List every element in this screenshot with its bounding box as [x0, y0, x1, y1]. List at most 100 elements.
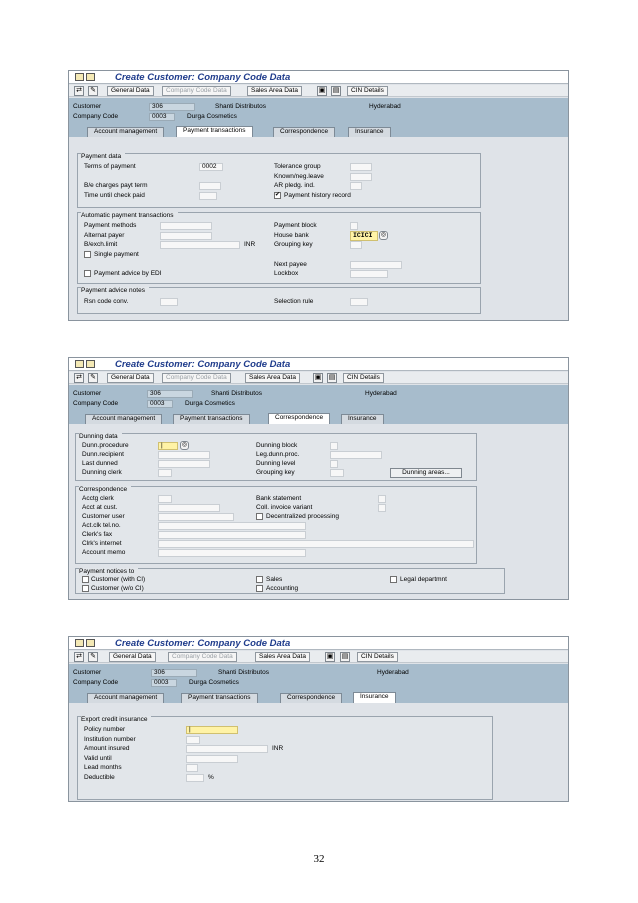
tab-payment-transactions[interactable]: Payment transactions — [181, 693, 258, 703]
rsn-code-conv-label: Rsn code conv. — [84, 298, 129, 305]
b-exch-limit-field[interactable] — [160, 241, 240, 249]
other-customer-icon[interactable]: ⇄ — [74, 86, 84, 96]
dunning-areas-button[interactable]: Dunning areas... — [390, 468, 462, 478]
terms-of-payment-field[interactable]: 0002 — [199, 163, 223, 171]
customer-wo-ci-checkbox[interactable] — [82, 585, 89, 592]
customer-with-ci-checkbox[interactable] — [82, 576, 89, 583]
cin-details-button[interactable]: CIN Details — [347, 86, 388, 96]
sales-area-data-button[interactable]: Sales Area Data — [247, 86, 302, 96]
tab-payment-transactions[interactable]: Payment transactions — [176, 126, 253, 137]
print-icon[interactable]: ▤ — [331, 86, 341, 96]
single-payment-checkbox[interactable] — [84, 251, 91, 258]
ar-pledg-ind-field[interactable] — [350, 182, 362, 190]
dunning-block-field[interactable] — [330, 442, 338, 450]
cin-details-button[interactable]: CIN Details — [343, 373, 384, 383]
tab-insurance[interactable]: Insurance — [348, 127, 391, 137]
tab-account-management[interactable]: Account management — [85, 414, 163, 424]
alternat-payer-label: Alternat payer — [84, 232, 125, 239]
clerks-fax-field[interactable] — [158, 531, 306, 539]
grouping-key-label: Grouping key — [274, 241, 313, 248]
clrks-internet-field[interactable] — [158, 540, 474, 548]
save-icon[interactable]: ▣ — [325, 652, 335, 662]
institution-number-field[interactable] — [186, 736, 200, 744]
search-help-icon[interactable]: ◎ — [180, 441, 189, 450]
decentralized-processing-checkbox[interactable] — [256, 513, 263, 520]
leg-dunn-proc-field[interactable] — [330, 451, 382, 459]
payment-methods-field[interactable] — [160, 222, 212, 230]
dunning-block-label: Dunning block — [256, 442, 298, 449]
last-dunned-field[interactable] — [158, 460, 210, 468]
next-payee-field[interactable] — [350, 261, 402, 269]
accounting-checkbox[interactable] — [256, 585, 263, 592]
tab-account-management[interactable]: Account management — [87, 693, 165, 703]
valid-until-field[interactable] — [186, 755, 238, 763]
legal-department-checkbox[interactable] — [390, 576, 397, 583]
tab-correspondence[interactable]: Correspondence — [273, 127, 336, 137]
amount-insured-field[interactable] — [186, 745, 268, 753]
tab-account-management[interactable]: Account management — [87, 127, 165, 137]
dunning-level-label: Dunning level — [256, 460, 296, 467]
general-data-button[interactable]: General Data — [107, 373, 154, 383]
bank-statement-field[interactable] — [378, 495, 386, 503]
sales-area-data-button[interactable]: Sales Area Data — [255, 652, 310, 662]
tolerance-group-field[interactable] — [350, 163, 372, 171]
general-data-button[interactable]: General Data — [109, 652, 156, 662]
payment-block-field[interactable] — [350, 222, 358, 230]
house-bank-field[interactable]: ICICI — [350, 231, 378, 241]
payment-history-checkbox[interactable]: ✔ — [274, 192, 281, 199]
display-change-icon[interactable]: ✎ — [88, 652, 98, 662]
sales-checkbox[interactable] — [256, 576, 263, 583]
acct-at-cust-field[interactable] — [158, 504, 220, 512]
customer-label: Customer — [73, 669, 102, 676]
known-neg-leave-field[interactable] — [350, 173, 372, 181]
dunn-procedure-label: Dunn.procedure — [82, 442, 129, 449]
grouping-key-field[interactable] — [330, 469, 344, 477]
display-change-icon[interactable]: ✎ — [88, 86, 98, 96]
window-title: Create Customer: Company Code Data — [115, 72, 291, 83]
dunning-clerk-field[interactable] — [158, 469, 172, 477]
save-icon[interactable]: ▣ — [313, 373, 323, 383]
screen-icon — [86, 639, 95, 647]
dunning-level-field[interactable] — [330, 460, 338, 468]
display-change-icon[interactable]: ✎ — [88, 373, 98, 383]
deductible-field[interactable] — [186, 774, 204, 782]
rsn-code-conv-field[interactable] — [160, 298, 178, 306]
customer-with-ci-label: Customer (with CI) — [91, 576, 146, 583]
print-icon[interactable]: ▤ — [327, 373, 337, 383]
group-title: Dunning data — [79, 433, 122, 441]
account-memo-field[interactable] — [158, 549, 306, 557]
selection-rule-field[interactable] — [350, 298, 368, 306]
other-customer-icon[interactable]: ⇄ — [74, 652, 84, 662]
payment-advice-edi-checkbox[interactable] — [84, 270, 91, 277]
search-help-icon[interactable]: ◎ — [379, 231, 388, 240]
sales-area-data-button[interactable]: Sales Area Data — [245, 373, 300, 383]
save-icon[interactable]: ▣ — [317, 86, 327, 96]
time-until-check-paid-field[interactable] — [199, 192, 217, 200]
cin-details-button[interactable]: CIN Details — [357, 652, 398, 662]
acctg-clerk-field[interactable] — [158, 495, 172, 503]
general-data-button[interactable]: General Data — [107, 86, 154, 96]
lead-months-field[interactable] — [186, 764, 198, 772]
print-icon[interactable]: ▤ — [340, 652, 350, 662]
tab-insurance[interactable]: Insurance — [353, 692, 396, 703]
other-customer-icon[interactable]: ⇄ — [74, 373, 84, 383]
dunn-recipient-field[interactable] — [158, 451, 210, 459]
sap-screen-correspondence: Create Customer: Company Code Data ⇄ ✎ G… — [68, 357, 569, 600]
lockbox-field[interactable] — [350, 270, 388, 278]
title-bar: Create Customer: Company Code Data — [69, 637, 568, 650]
tab-payment-transactions[interactable]: Payment transactions — [173, 414, 250, 424]
application-toolbar: ⇄ ✎ General Data Company Code Data Sales… — [69, 651, 568, 663]
customer-user-field[interactable] — [158, 513, 234, 521]
coll-invoice-variant-field[interactable] — [378, 504, 386, 512]
tab-insurance[interactable]: Insurance — [341, 414, 384, 424]
customer-city: Hyderabad — [365, 390, 397, 397]
be-charges-field[interactable] — [199, 182, 221, 190]
alternat-payer-field[interactable] — [160, 232, 212, 240]
grouping-key-field[interactable] — [350, 241, 362, 249]
policy-number-field[interactable]: | — [186, 726, 238, 734]
application-toolbar: ⇄ ✎ General Data Company Code Data Sales… — [69, 372, 568, 384]
act-clk-tel-field[interactable] — [158, 522, 306, 530]
dunn-procedure-field[interactable]: | — [158, 442, 178, 450]
tab-correspondence[interactable]: Correspondence — [268, 413, 331, 424]
tab-correspondence[interactable]: Correspondence — [280, 693, 343, 703]
